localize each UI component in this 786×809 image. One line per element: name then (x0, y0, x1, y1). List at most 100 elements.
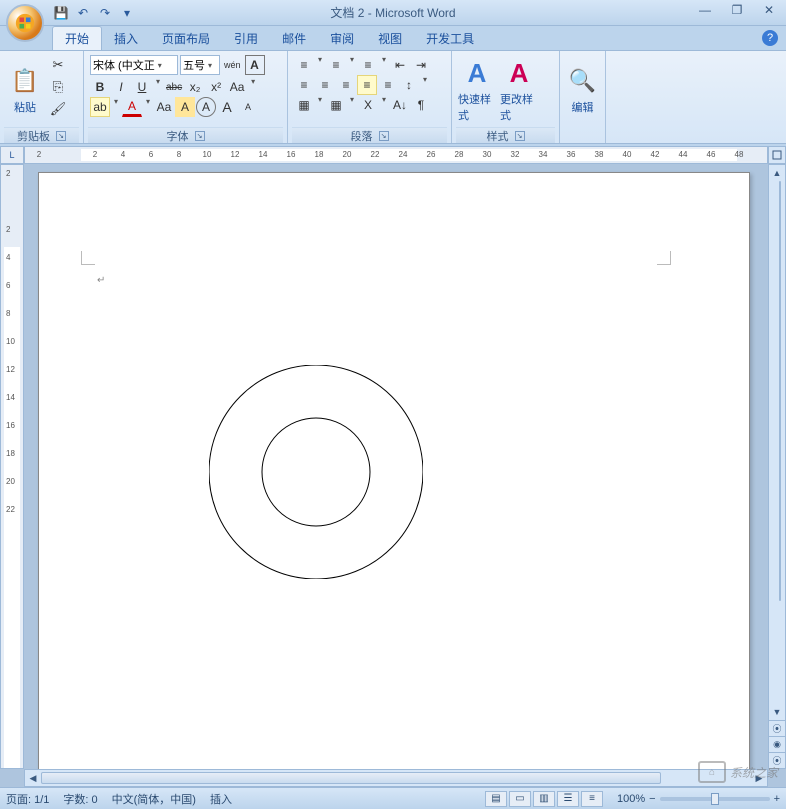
align-center-button[interactable]: ≡ (315, 75, 335, 95)
italic-button[interactable]: I (111, 77, 131, 97)
office-button[interactable] (6, 4, 44, 42)
quick-styles-icon: A (461, 57, 493, 89)
vertical-ruler[interactable]: 2246810121416182022 (0, 164, 24, 769)
scroll-down-button[interactable]: ▼ (769, 704, 785, 720)
hscroll-thumb[interactable] (41, 772, 661, 784)
qat-customize-button[interactable]: ▾ (118, 4, 136, 22)
group-editing: 🔍 编辑 . (560, 51, 606, 143)
maximize-button[interactable]: ❐ (726, 2, 748, 18)
tab-references[interactable]: 引用 (222, 27, 270, 50)
tab-selector-button[interactable]: L (0, 146, 24, 164)
underline-dropdown[interactable]: ▾ (153, 77, 163, 97)
help-button[interactable]: ? (762, 30, 778, 46)
change-case-button[interactable]: Aa (227, 77, 247, 97)
font-color-button[interactable]: A (122, 97, 142, 117)
tab-view[interactable]: 视图 (366, 27, 414, 50)
borders-button[interactable]: ▦ (326, 95, 346, 115)
view-draft[interactable]: ≡ (581, 791, 603, 807)
tab-page-layout[interactable]: 页面布局 (150, 27, 222, 50)
horizontal-ruler[interactable]: 2246810121416182022242628303234363840424… (24, 146, 768, 164)
donut-shape[interactable] (209, 365, 423, 579)
copy-button[interactable]: ⎘ (48, 77, 68, 97)
line-spacing-button[interactable]: ↕ (399, 75, 419, 95)
window-controls: — ❐ ✕ (694, 2, 780, 18)
clipboard-launcher[interactable]: ↘ (56, 131, 66, 141)
align-left-button[interactable]: ≡ (294, 75, 314, 95)
tab-review[interactable]: 审阅 (318, 27, 366, 50)
grow-font-button[interactable]: A (217, 97, 237, 117)
prev-page-button[interactable]: ⦿ (769, 720, 785, 736)
asian-layout-button[interactable]: X (358, 95, 378, 115)
format-painter-button[interactable]: 🖌 (48, 99, 68, 119)
status-page[interactable]: 页面: 1/1 (6, 791, 49, 807)
bullets-button[interactable]: ≡ (294, 55, 314, 75)
font-name-combo[interactable]: 宋体 (中文正▾ (90, 55, 178, 75)
bold-button[interactable]: B (90, 77, 110, 97)
zoom-control: 100% − + (617, 793, 780, 805)
zoom-in-button[interactable]: + (774, 793, 780, 805)
sort-button[interactable]: A↓ (390, 95, 410, 115)
browse-object-button[interactable]: ◉ (769, 736, 785, 752)
cut-button[interactable]: ✂ (48, 55, 68, 75)
status-word-count[interactable]: 字数: 0 (63, 791, 97, 807)
qat-redo-button[interactable]: ↷ (96, 4, 114, 22)
view-outline[interactable]: ☰ (557, 791, 579, 807)
styles-launcher[interactable]: ↘ (515, 131, 525, 141)
status-language[interactable]: 中文(简体，中国) (112, 791, 196, 807)
editing-button[interactable]: 🔍 编辑 (564, 53, 601, 127)
view-full-screen[interactable]: ▭ (509, 791, 531, 807)
subscript-button[interactable]: x₂ (185, 77, 205, 97)
view-print-layout[interactable]: ▤ (485, 791, 507, 807)
close-button[interactable]: ✕ (758, 2, 780, 18)
view-web-layout[interactable]: ▥ (533, 791, 555, 807)
shading-button[interactable]: ▦ (294, 95, 314, 115)
increase-indent-button[interactable]: ⇥ (411, 55, 431, 75)
char-scale-button[interactable]: Aa (154, 97, 174, 117)
zoom-percent[interactable]: 100% (617, 793, 645, 805)
minimize-button[interactable]: — (694, 2, 716, 18)
zoom-knob[interactable] (711, 793, 719, 805)
quick-styles-button[interactable]: A 快速样式 (456, 53, 498, 127)
tab-developer[interactable]: 开发工具 (414, 27, 486, 50)
vscroll-thumb[interactable] (779, 181, 781, 601)
qat-save-button[interactable]: 💾 (52, 4, 70, 22)
tab-insert[interactable]: 插入 (102, 27, 150, 50)
scroll-up-button[interactable]: ▲ (769, 165, 785, 181)
tab-mailings[interactable]: 邮件 (270, 27, 318, 50)
font-size-combo[interactable]: 五号▾ (180, 55, 220, 75)
show-marks-button[interactable]: ¶ (411, 95, 431, 115)
watermark: ⌂ 系统之家 (698, 761, 778, 783)
pinyin-guide-button[interactable]: wén (222, 55, 243, 75)
zoom-out-button[interactable]: − (649, 793, 655, 805)
multilevel-button[interactable]: ≡ (358, 55, 378, 75)
document-viewport[interactable]: ↵ (24, 164, 768, 769)
shrink-font-button[interactable]: A (238, 97, 258, 117)
paste-button[interactable]: 📋 粘贴 (4, 53, 46, 127)
window-title: 文档 2 - Microsoft Word (330, 4, 455, 21)
font-launcher[interactable]: ↘ (195, 131, 205, 141)
align-justify-button[interactable]: ≡ (357, 75, 377, 95)
scroll-left-button[interactable]: ◀ (25, 770, 41, 786)
ruler-toggle-button[interactable] (768, 146, 786, 164)
superscript-button[interactable]: x² (206, 77, 226, 97)
char-border-button[interactable]: A (245, 55, 265, 75)
vertical-scrollbar[interactable]: ▲ ▼ ⦿ ◉ ⦿ (768, 164, 786, 769)
decrease-indent-button[interactable]: ⇤ (390, 55, 410, 75)
para-launcher[interactable]: ↘ (379, 131, 389, 141)
group-font: 宋体 (中文正▾ 五号▾ wén A B I U ▾ abc x₂ x² Aa … (84, 51, 288, 143)
numbering-button[interactable]: ≡ (326, 55, 346, 75)
highlight-button[interactable]: ab (90, 97, 110, 117)
horizontal-scrollbar[interactable]: ◀ ▶ (24, 769, 768, 787)
strikethrough-button[interactable]: abc (164, 77, 184, 97)
qat-undo-button[interactable]: ↶ (74, 4, 92, 22)
change-styles-button[interactable]: A 更改样式 (498, 53, 540, 127)
zoom-slider[interactable] (660, 797, 770, 801)
paste-icon: 📋 (9, 65, 41, 97)
enclose-char-button[interactable]: A (196, 97, 216, 117)
char-shading-button[interactable]: A (175, 97, 195, 117)
status-insert-mode[interactable]: 插入 (210, 791, 232, 807)
align-right-button[interactable]: ≡ (336, 75, 356, 95)
tab-home[interactable]: 开始 (52, 26, 102, 50)
align-distributed-button[interactable]: ≡ (378, 75, 398, 95)
underline-button[interactable]: U (132, 77, 152, 97)
